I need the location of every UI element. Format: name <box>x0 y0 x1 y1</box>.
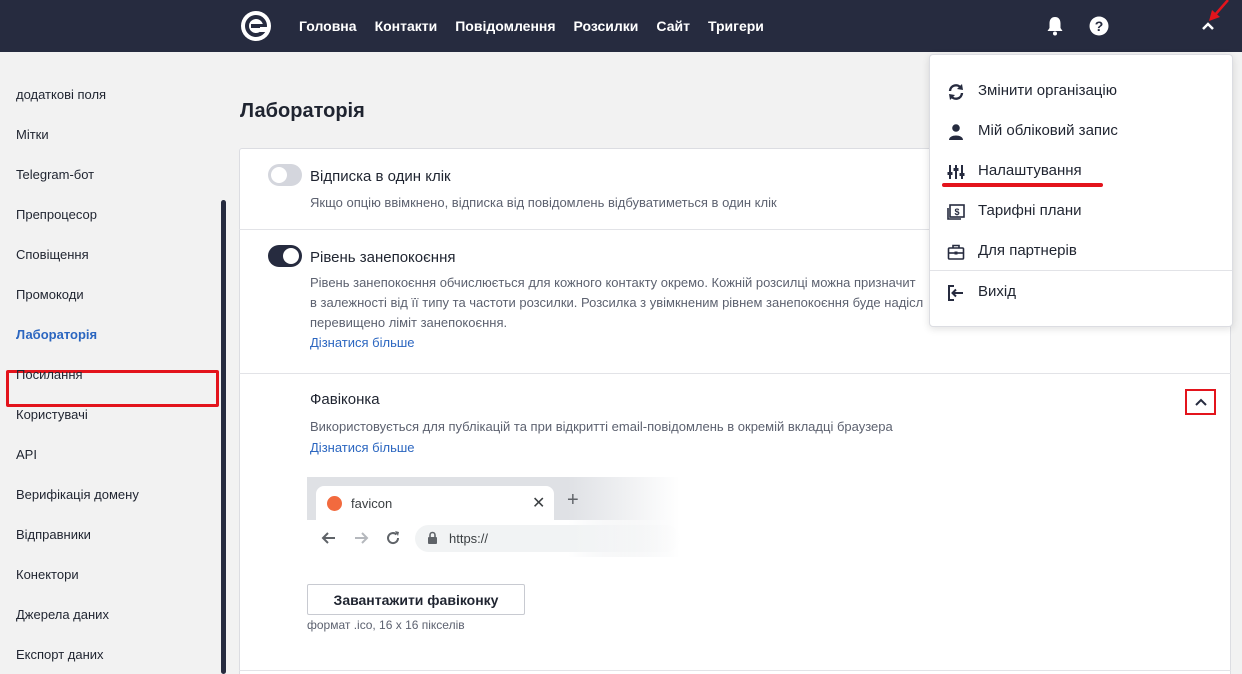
collapse-button[interactable] <box>1185 389 1216 415</box>
section-divider <box>239 373 1231 374</box>
sidebar-scrollbar[interactable] <box>221 200 226 674</box>
menu-item-label: Змінити організацію <box>978 82 1117 99</box>
chevron-up-icon <box>1194 398 1207 406</box>
preview-tab: favicon ✕ <box>316 486 554 520</box>
sidebar-item-custom-fields[interactable]: додаткові поля <box>16 87 106 102</box>
browser-preview: favicon ✕ + https:// <box>307 477 680 557</box>
option-description-line: в залежності від її типу та частоти розс… <box>310 295 924 310</box>
menu-item-label: Для партнерів <box>978 242 1077 259</box>
sidebar-item-telegram-bot[interactable]: Telegram-бот <box>16 167 94 182</box>
menu-item-switch-organization[interactable]: Змінити організацію <box>930 71 1232 111</box>
nav-contacts[interactable]: Контакти <box>375 18 438 34</box>
briefcase-icon <box>947 244 965 260</box>
favicon-placeholder-icon <box>327 496 342 511</box>
svg-text:$: $ <box>954 207 959 217</box>
menu-item-label: Вихід <box>978 283 1016 300</box>
option-description-line: Рівень занепокоєння обчислюється для кож… <box>310 275 916 290</box>
annotation-underline <box>942 183 1103 187</box>
favicon-format-hint: формат .ico, 16 x 16 пікселів <box>307 618 465 632</box>
sidebar-item-senders[interactable]: Відправники <box>16 527 91 542</box>
sidebar-item-data-sources[interactable]: Джерела даних <box>16 607 109 622</box>
back-arrow-icon <box>321 532 335 544</box>
nav-home[interactable]: Головна <box>299 18 357 34</box>
sidebar-item-laboratory[interactable]: Лабораторія <box>16 327 97 342</box>
reload-icon <box>387 531 400 545</box>
preview-url: https:// <box>449 531 489 546</box>
sidebar-item-preprocessor[interactable]: Препроцесор <box>16 207 97 222</box>
option-title: Рівень занепокоєння <box>310 249 456 266</box>
logo-icon[interactable] <box>240 10 272 42</box>
learn-more-link[interactable]: Дізнатися більше <box>310 335 415 350</box>
settings-sidebar: додаткові поля Мітки Telegram-бот Препро… <box>0 52 228 674</box>
menu-item-label: Тарифні плани <box>978 202 1082 219</box>
sidebar-item-connectors[interactable]: Конектори <box>16 567 79 582</box>
option-description: Якщо опцію ввімкнено, відписка від повід… <box>310 195 777 210</box>
help-icon[interactable]: ? <box>1087 14 1111 38</box>
nav-messages[interactable]: Повідомлення <box>455 18 555 34</box>
plus-icon: + <box>567 489 579 511</box>
page-title: Лабораторія <box>240 100 365 122</box>
menu-item-logout[interactable]: Вихід <box>930 272 1232 312</box>
sidebar-item-promocodes[interactable]: Промокоди <box>16 287 84 302</box>
menu-item-my-account[interactable]: Мій обліковий запис <box>930 111 1232 151</box>
account-dropdown-menu: Змінити організацію Мій обліковий запис … <box>929 54 1233 327</box>
main-nav: Головна Контакти Повідомлення Розсилки С… <box>299 0 782 52</box>
one-click-unsubscribe-toggle[interactable] <box>268 164 302 186</box>
learn-more-link[interactable]: Дізнатися більше <box>310 440 415 455</box>
concern-level-toggle[interactable] <box>268 245 302 267</box>
favicon-description: Використовується для публікацій та при в… <box>310 419 893 434</box>
sidebar-item-tags[interactable]: Мітки <box>16 127 49 142</box>
sidebar-item-data-export[interactable]: Експорт даних <box>16 647 104 662</box>
menu-item-partners[interactable]: Для партнерів <box>930 231 1232 271</box>
preview-url-box: https:// <box>415 525 680 552</box>
sidebar-item-api[interactable]: API <box>16 447 37 462</box>
nav-campaigns[interactable]: Розсилки <box>574 18 639 34</box>
lock-icon <box>428 531 437 544</box>
annotation-arrow-icon <box>1209 0 1229 21</box>
section-divider <box>239 670 1231 671</box>
top-navigation-bar: Головна Контакти Повідомлення Розсилки С… <box>0 0 1242 52</box>
preview-address-row: https:// <box>307 520 680 557</box>
toggle-knob <box>283 248 299 264</box>
menu-item-label: Мій обліковий запис <box>978 122 1118 139</box>
option-description-line: перевищено ліміт занепокоєння. <box>310 315 508 330</box>
nav-triggers[interactable]: Тригери <box>708 18 764 34</box>
menu-item-pricing-plans[interactable]: $ Тарифні плани <box>930 191 1232 231</box>
sliders-icon <box>947 165 965 179</box>
svg-text:?: ? <box>1095 18 1104 34</box>
sidebar-item-users[interactable]: Користувачі <box>16 407 88 422</box>
preview-tab-title: favicon <box>351 496 393 511</box>
bell-icon[interactable] <box>1043 14 1067 38</box>
option-title: Відписка в один клік <box>310 168 451 185</box>
close-icon: ✕ <box>532 495 546 512</box>
sidebar-item-links[interactable]: Посилання <box>16 367 83 382</box>
money-icon: $ <box>947 204 965 220</box>
sidebar-item-notifications[interactable]: Сповіщення <box>16 247 89 262</box>
refresh-icon <box>948 84 964 100</box>
menu-divider <box>930 270 1232 271</box>
nav-site[interactable]: Сайт <box>656 18 690 34</box>
toggle-knob <box>271 167 287 183</box>
sidebar-item-domain-verification[interactable]: Верифікація домену <box>16 487 139 502</box>
favicon-title: Фавіконка <box>310 391 380 408</box>
logout-icon <box>948 285 963 301</box>
user-icon <box>949 124 963 140</box>
forward-arrow-icon <box>355 532 369 544</box>
upload-favicon-button[interactable]: Завантажити фавіконку <box>307 584 525 615</box>
menu-item-label: Налаштування <box>978 162 1082 179</box>
